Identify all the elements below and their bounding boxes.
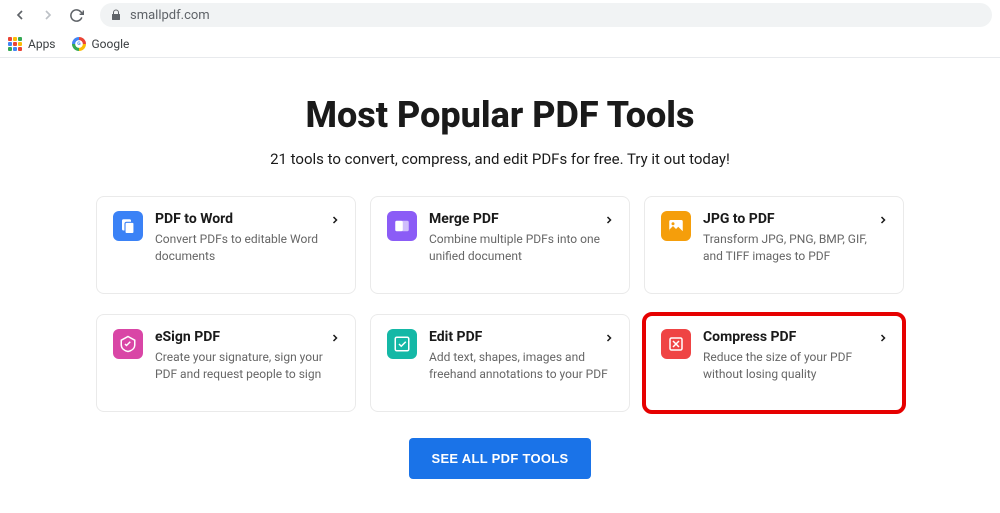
- bookmarks-bar: Apps Google: [0, 30, 1000, 58]
- card-description: Reduce the size of your PDF without losi…: [703, 349, 887, 383]
- bookmark-apps-label: Apps: [28, 37, 56, 51]
- bookmark-google-label: Google: [92, 37, 130, 51]
- card-description: Add text, shapes, images and freehand an…: [429, 349, 613, 383]
- card-description: Convert PDFs to editable Word documents: [155, 231, 339, 265]
- page-subtitle: 21 tools to convert, compress, and edit …: [0, 150, 1000, 168]
- see-all-button[interactable]: SEE ALL PDF TOOLS: [409, 438, 590, 479]
- back-button[interactable]: [8, 3, 32, 27]
- card-title: eSign PDF: [155, 329, 339, 345]
- card-body: JPG to PDF Transform JPG, PNG, BMP, GIF,…: [703, 211, 887, 279]
- compress-icon: [661, 329, 691, 359]
- main-content: Most Popular PDF Tools 21 tools to conve…: [0, 58, 1000, 479]
- lock-icon: [110, 9, 122, 21]
- chevron-right-icon: [329, 329, 341, 348]
- tool-card[interactable]: Compress PDF Reduce the size of your PDF…: [644, 314, 904, 412]
- card-body: Merge PDF Combine multiple PDFs into one…: [429, 211, 613, 279]
- card-description: Combine multiple PDFs into one unified d…: [429, 231, 613, 265]
- card-body: Compress PDF Reduce the size of your PDF…: [703, 329, 887, 397]
- chevron-right-icon: [603, 329, 615, 348]
- google-icon: [72, 37, 86, 51]
- tool-card[interactable]: PDF to Word Convert PDFs to editable Wor…: [96, 196, 356, 294]
- tool-card[interactable]: JPG to PDF Transform JPG, PNG, BMP, GIF,…: [644, 196, 904, 294]
- url-text: smallpdf.com: [130, 8, 210, 23]
- card-title: Compress PDF: [703, 329, 887, 345]
- tool-card[interactable]: eSign PDF Create your signature, sign yo…: [96, 314, 356, 412]
- chevron-right-icon: [329, 211, 341, 230]
- card-title: JPG to PDF: [703, 211, 887, 227]
- doc-icon: [113, 211, 143, 241]
- card-title: Merge PDF: [429, 211, 613, 227]
- tool-card[interactable]: Edit PDF Add text, shapes, images and fr…: [370, 314, 630, 412]
- card-description: Transform JPG, PNG, BMP, GIF, and TIFF i…: [703, 231, 887, 265]
- card-title: Edit PDF: [429, 329, 613, 345]
- card-body: Edit PDF Add text, shapes, images and fr…: [429, 329, 613, 397]
- browser-toolbar: smallpdf.com: [0, 0, 1000, 30]
- bookmark-google[interactable]: Google: [72, 37, 130, 51]
- page-title: Most Popular PDF Tools: [0, 94, 1000, 136]
- forward-button[interactable]: [36, 3, 60, 27]
- edit-icon: [387, 329, 417, 359]
- card-description: Create your signature, sign your PDF and…: [155, 349, 339, 383]
- tool-card[interactable]: Merge PDF Combine multiple PDFs into one…: [370, 196, 630, 294]
- image-icon: [661, 211, 691, 241]
- tools-grid: PDF to Word Convert PDFs to editable Wor…: [100, 196, 900, 412]
- apps-icon: [8, 37, 22, 51]
- card-title: PDF to Word: [155, 211, 339, 227]
- chevron-right-icon: [877, 211, 889, 230]
- reload-button[interactable]: [64, 3, 88, 27]
- address-bar[interactable]: smallpdf.com: [100, 3, 992, 27]
- card-body: PDF to Word Convert PDFs to editable Wor…: [155, 211, 339, 279]
- chevron-right-icon: [877, 329, 889, 348]
- bookmark-apps[interactable]: Apps: [8, 37, 56, 51]
- sign-icon: [113, 329, 143, 359]
- merge-icon: [387, 211, 417, 241]
- chevron-right-icon: [603, 211, 615, 230]
- card-body: eSign PDF Create your signature, sign yo…: [155, 329, 339, 397]
